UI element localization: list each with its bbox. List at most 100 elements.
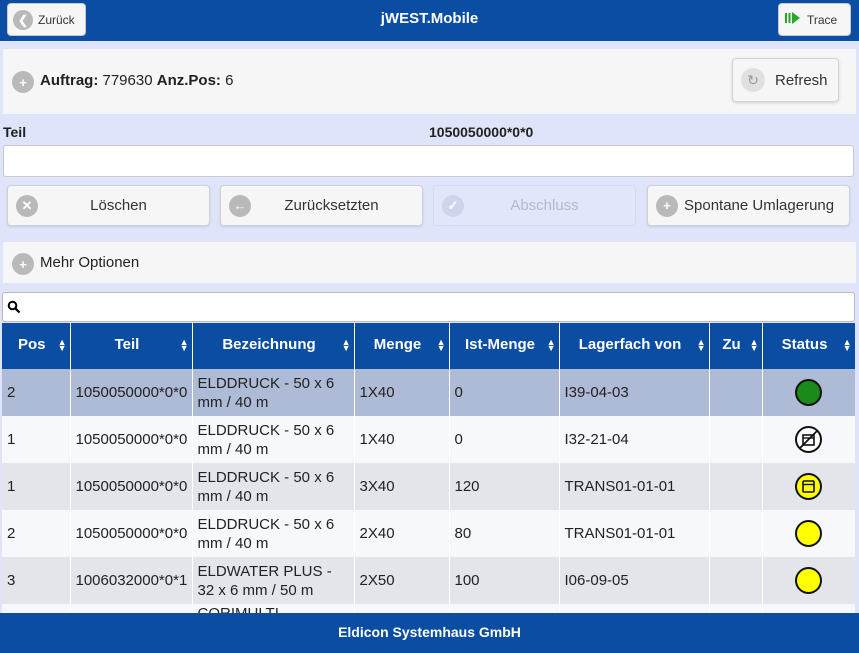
- cell-menge: 2X50: [354, 557, 450, 604]
- cell-teil: 1050050000*0*0: [70, 463, 193, 510]
- positions-table: Pos ▲ ▼ Teil ▲ ▼ Bezeichnung ▲ ▼ Menge ▲ ▼ Ist-M…: [2, 323, 855, 613]
- search-input[interactable]: [23, 296, 843, 318]
- cell-bezeichnung: ELDDRUCK - 50 x 6 mm / 40 m: [192, 416, 355, 463]
- cell-lagerfach-von: I32-21-04: [559, 416, 710, 463]
- green-circle-icon: [795, 379, 822, 406]
- cell-menge: [354, 604, 450, 613]
- cell-zu: [709, 604, 763, 613]
- cell-ist-menge: [449, 604, 560, 613]
- refresh-button[interactable]: ↻ Refresh: [732, 58, 839, 102]
- spontane-umlagerung-button[interactable]: + Spontane Umlagerung: [647, 185, 850, 226]
- plus-icon[interactable]: +: [12, 71, 34, 93]
- col-header-lagerfach-von[interactable]: Lagerfach von ▲ ▼: [559, 323, 710, 369]
- trace-button-label: Trace: [807, 12, 838, 27]
- anz-pos-label: Anz.Pos:: [156, 72, 221, 89]
- cell-menge: 1X40: [354, 416, 450, 463]
- arrow-left-icon: ←: [229, 194, 251, 217]
- cell-status: [762, 416, 855, 463]
- blocked-box-icon: [795, 426, 822, 453]
- col-header-zu[interactable]: Zu ▲ ▼: [709, 323, 763, 369]
- cell-menge: 1X40: [354, 369, 450, 416]
- col-header-ist-menge[interactable]: Ist-Menge ▲ ▼: [449, 323, 560, 369]
- spontane-umlagerung-label: Spontane Umlagerung: [684, 197, 835, 214]
- cell-zu: [709, 369, 763, 416]
- table-row[interactable]: 1 1050050000*0*0 ELDDRUCK - 50 x 6 mm / …: [2, 416, 855, 463]
- cell-menge: 2X40: [354, 510, 450, 557]
- cell-teil: 1050050000*0*0: [70, 369, 193, 416]
- check-icon: ✓: [442, 194, 464, 217]
- cell-teil: 1050050000*0*0: [70, 510, 193, 557]
- cell-status: [762, 604, 855, 613]
- close-icon: ✕: [16, 194, 38, 217]
- plus-icon: +: [656, 194, 678, 217]
- abschluss-button[interactable]: ✓ Abschluss: [433, 185, 636, 226]
- cell-teil: [70, 604, 193, 613]
- cell-pos: 2: [2, 369, 71, 416]
- teil-input[interactable]: [3, 145, 854, 177]
- cell-ist-menge: 120: [449, 463, 560, 510]
- sort-icon: ▲ ▼: [749, 337, 759, 353]
- yellow-circle-icon: [795, 520, 822, 547]
- refresh-button-label: Refresh: [775, 71, 828, 89]
- sort-icon: ▲ ▼: [436, 337, 446, 353]
- anz-pos-value: 6: [225, 72, 234, 89]
- cell-zu: [709, 510, 763, 557]
- app-header: ❮ Zurück jWEST.Mobile Trace: [0, 0, 859, 41]
- loeschen-button[interactable]: ✕ Löschen: [7, 185, 210, 226]
- positions-grid: Pos ▲ ▼ Teil ▲ ▼ Bezeichnung ▲ ▼ Menge ▲ ▼ Ist-M…: [2, 323, 855, 613]
- cell-pos: 1: [2, 463, 71, 510]
- cell-lagerfach-von: I06-09-05: [559, 557, 710, 604]
- app-title: jWEST.Mobile: [380, 10, 479, 27]
- col-header-pos[interactable]: Pos ▲ ▼: [2, 323, 71, 369]
- cell-ist-menge: 80: [449, 510, 560, 557]
- table-row[interactable]: 3 1006032000*0*1 ELDWATER PLUS - 32 x 6 …: [2, 557, 855, 604]
- table-row[interactable]: 2 1050050000*0*0 ELDDRUCK - 50 x 6 mm / …: [2, 510, 855, 557]
- sort-icon: ▲ ▼: [57, 337, 67, 353]
- col-header-teil[interactable]: Teil ▲ ▼: [70, 323, 193, 369]
- zuruecksetzen-button[interactable]: ← Zurücksetzten: [220, 185, 423, 226]
- cell-lagerfach-von: TRANS01-01-01: [559, 510, 710, 557]
- plus-icon: +: [12, 253, 34, 275]
- auftrag-info: Auftrag: 779630 Anz.Pos: 6: [40, 72, 233, 89]
- cell-lagerfach-von: [559, 604, 710, 613]
- auftrag-value: 779630: [102, 72, 153, 89]
- app-footer: Eldicon Systemhaus GmbH: [0, 613, 859, 653]
- cell-pos: 2: [2, 510, 71, 557]
- cell-teil: 1006032000*0*1: [70, 557, 193, 604]
- table-row[interactable]: 1 1050050000*0*0 ELDDRUCK - 50 x 6 mm / …: [2, 463, 855, 510]
- col-header-menge[interactable]: Menge ▲ ▼: [354, 323, 450, 369]
- mehr-optionen-label: Mehr Optionen: [40, 254, 140, 271]
- cell-ist-menge: 0: [449, 369, 560, 416]
- cell-zu: [709, 463, 763, 510]
- table-search: [2, 292, 855, 322]
- yellow-circle-icon: [795, 567, 822, 594]
- table-row[interactable]: CORIMULTI: [2, 604, 855, 613]
- sort-icon: ▲ ▼: [341, 337, 351, 353]
- cell-status: [762, 463, 855, 510]
- table-row[interactable]: 2 1050050000*0*0 ELDDRUCK - 50 x 6 mm / …: [2, 369, 855, 416]
- teil-value: 1050050000*0*0: [429, 124, 534, 140]
- cell-lagerfach-von: I39-04-03: [559, 369, 710, 416]
- sort-icon: ▲ ▼: [546, 337, 556, 353]
- cell-zu: [709, 416, 763, 463]
- search-icon: [7, 300, 21, 314]
- cell-pos: 1: [2, 416, 71, 463]
- sort-icon: ▲ ▼: [696, 337, 706, 353]
- sort-icon: ▲ ▼: [842, 337, 852, 353]
- cell-bezeichnung: CORIMULTI: [192, 604, 355, 613]
- table-header-row: Pos ▲ ▼ Teil ▲ ▼ Bezeichnung ▲ ▼ Menge ▲ ▼ Ist-M…: [2, 323, 855, 369]
- auftrag-label: Auftrag:: [40, 72, 99, 89]
- cell-pos: 3: [2, 557, 71, 604]
- cell-pos: [2, 604, 71, 613]
- cell-ist-menge: 0: [449, 416, 560, 463]
- mehr-optionen-panel[interactable]: + Mehr Optionen: [3, 242, 856, 283]
- cell-menge: 3X40: [354, 463, 450, 510]
- cell-bezeichnung: ELDDRUCK - 50 x 6 mm / 40 m: [192, 463, 355, 510]
- col-header-status[interactable]: Status ▲ ▼: [762, 323, 855, 369]
- zuruecksetzen-label: Zurücksetzten: [284, 197, 379, 214]
- col-header-bezeichnung[interactable]: Bezeichnung ▲ ▼: [192, 323, 355, 369]
- trace-button[interactable]: Trace: [778, 3, 851, 36]
- cell-status: [762, 510, 855, 557]
- cell-teil: 1050050000*0*0: [70, 416, 193, 463]
- cell-lagerfach-von: TRANS01-01-01: [559, 463, 710, 510]
